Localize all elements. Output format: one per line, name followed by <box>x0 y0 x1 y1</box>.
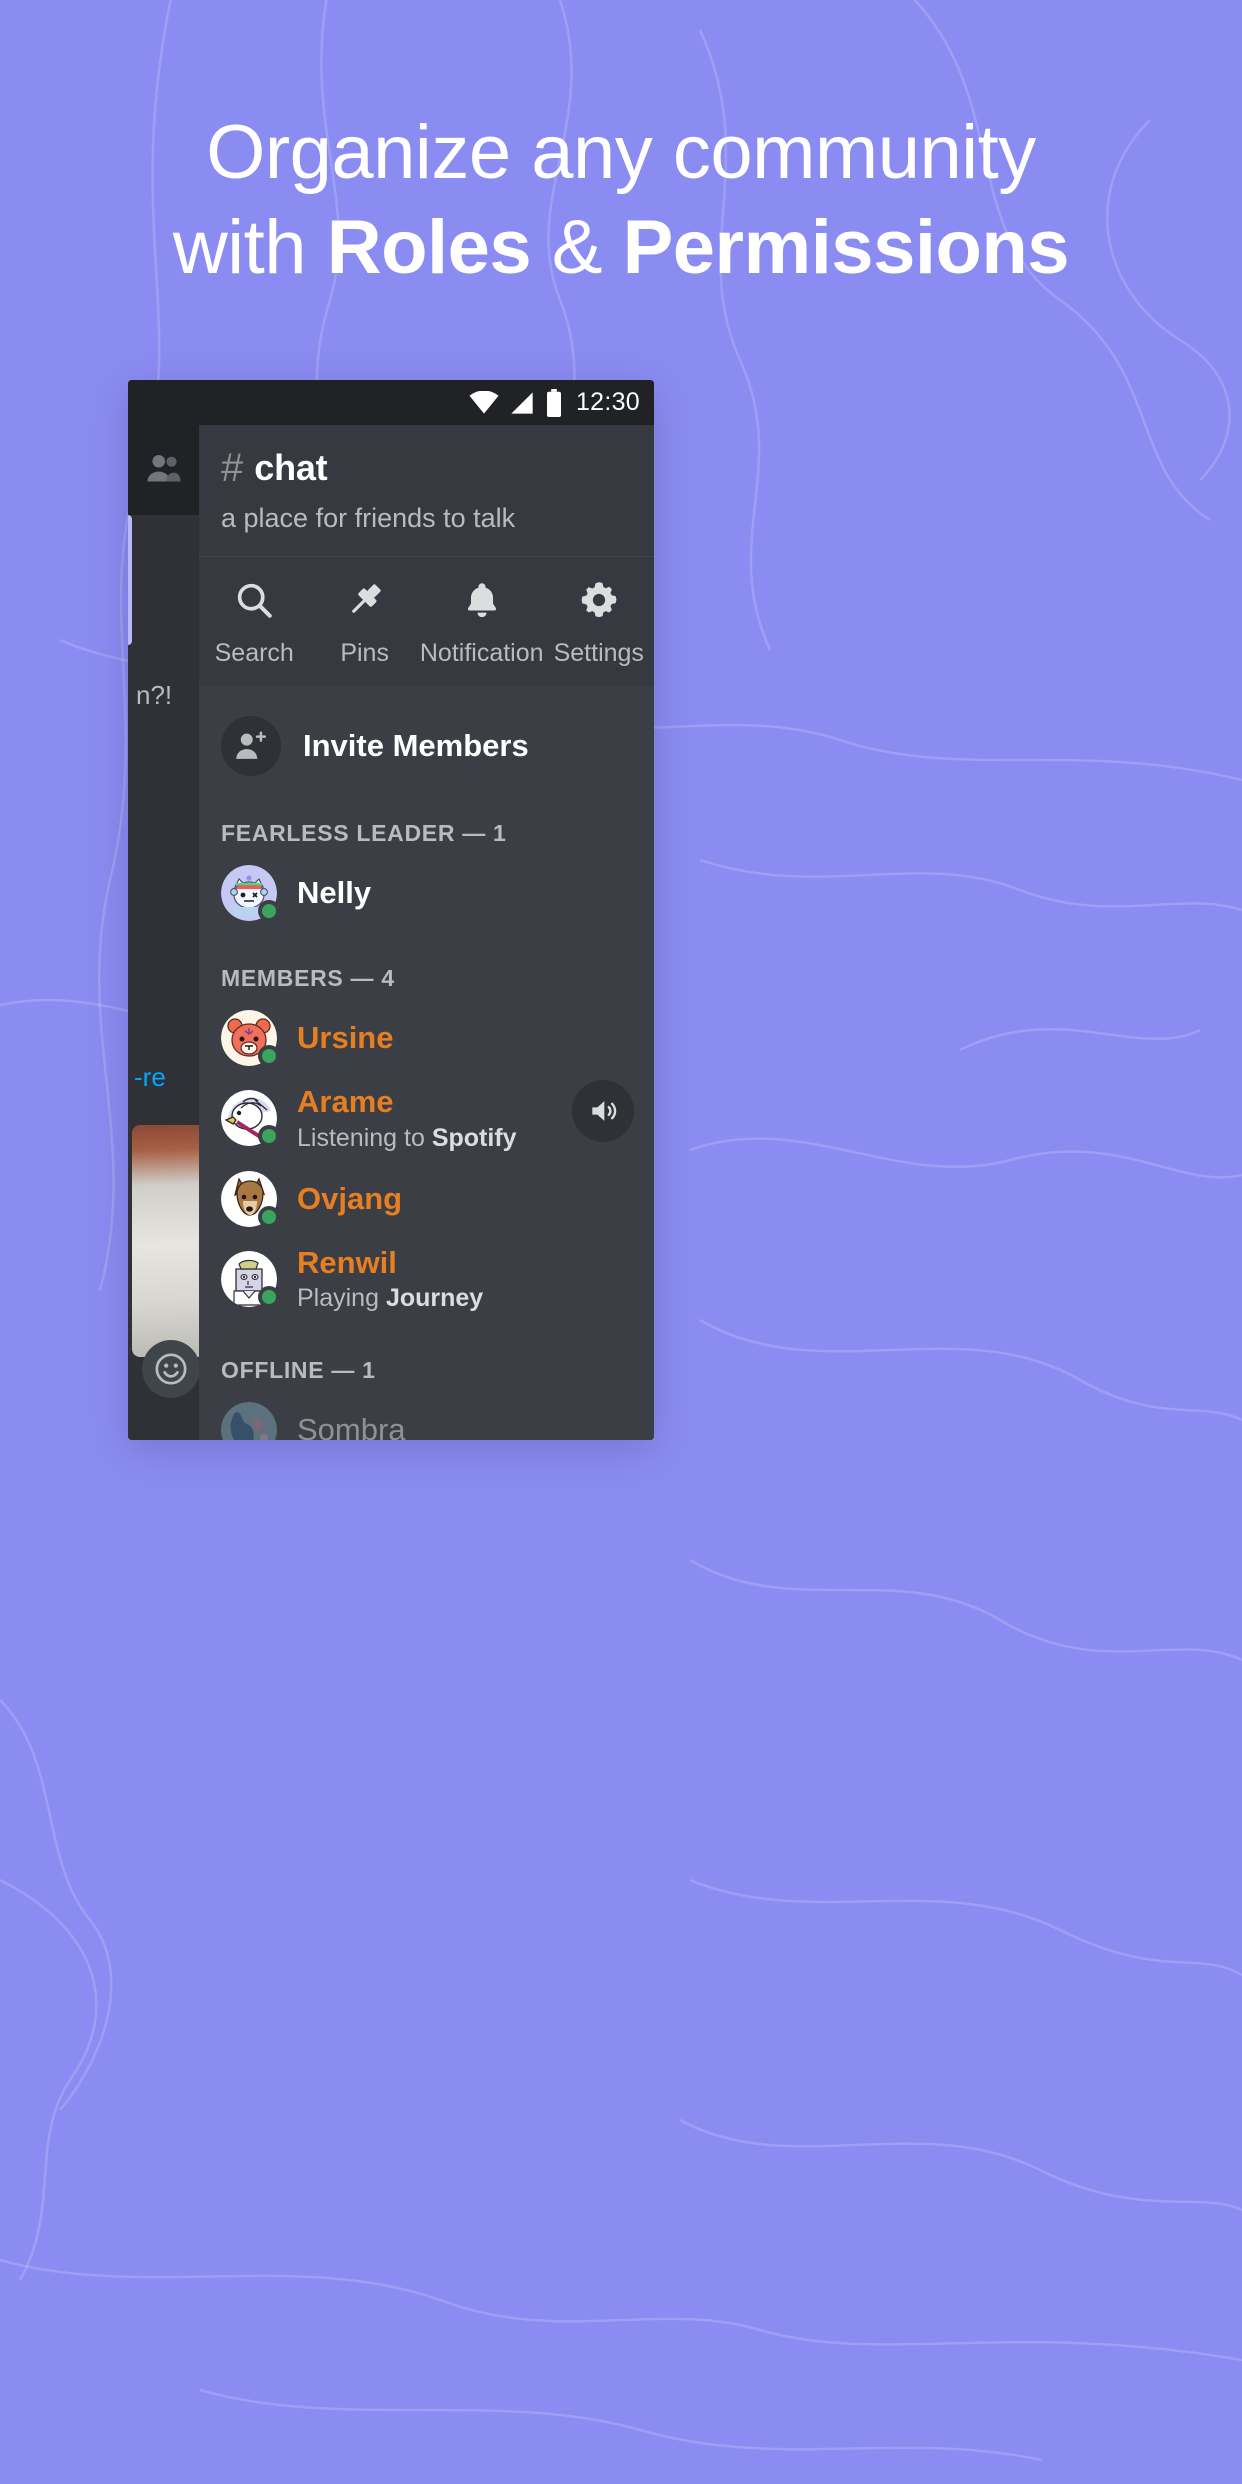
wifi-icon <box>469 390 499 415</box>
headline-prefix: with <box>172 205 327 291</box>
search-button[interactable]: Search <box>199 579 309 668</box>
status-dot-online <box>258 1125 280 1148</box>
member-drawer: # chat a place for friends to talk Searc… <box>199 425 654 1440</box>
channel-action-row: Search Pins Notification Settings <box>199 556 654 686</box>
app-body: n?! -re # chat a place for friends to ta… <box>128 425 654 1440</box>
status-dot-online <box>258 900 280 922</box>
notification-label: Notification <box>419 639 544 667</box>
member-row-arame[interactable]: Arame Listening to Spotify <box>199 1066 654 1153</box>
status-dot-online <box>258 1205 280 1228</box>
pins-label: Pins <box>340 639 389 667</box>
invite-members-label: Invite Members <box>303 728 529 763</box>
avatar <box>221 1402 277 1440</box>
member-name: Ursine <box>297 1020 394 1056</box>
avatar <box>221 1010 280 1067</box>
headline-line-1: Organize any community <box>206 110 1036 195</box>
activity-prefix: Playing <box>297 1284 386 1313</box>
channel-topic: a place for friends to talk <box>221 503 516 533</box>
avatar <box>221 1090 280 1148</box>
status-dot-online <box>258 1285 280 1308</box>
member-name: Ovjang <box>297 1180 403 1216</box>
gear-icon <box>578 579 620 626</box>
member-row-sombra[interactable]: Sombra <box>199 1384 654 1440</box>
settings-button[interactable]: Settings <box>544 579 654 668</box>
member-row-ovjang[interactable]: Ovjang <box>199 1153 654 1228</box>
member-name: Arame <box>297 1084 394 1119</box>
activity-game-name: Journey <box>385 1284 484 1313</box>
status-clock: 12:30 <box>575 388 640 416</box>
headline-line-2: with Roles & Permissions <box>0 207 1242 288</box>
peek-message-link[interactable]: -re <box>134 1062 166 1093</box>
group-header-members: MEMBERS — 4 <box>221 965 395 991</box>
avatar <box>221 1250 280 1308</box>
member-name: Renwil <box>297 1244 397 1280</box>
channel-name: chat <box>254 447 328 488</box>
peek-active-indicator <box>128 515 132 645</box>
emoji-smiley-icon[interactable] <box>142 1340 199 1398</box>
member-name: Nelly <box>297 875 372 911</box>
member-row-renwil[interactable]: Renwil Playing Journey <box>199 1227 654 1314</box>
channel-header: # chat a place for friends to talk <box>199 425 654 556</box>
speaker-icon[interactable] <box>572 1080 634 1142</box>
activity-prefix: Listening to <box>297 1123 432 1152</box>
status-dot-online <box>258 1045 280 1067</box>
member-name: Sombra <box>297 1412 406 1440</box>
peek-image-attachment[interactable] <box>132 1125 199 1357</box>
phone-mockup: 12:30 n?! -re # chat a place for friends… <box>128 380 654 1440</box>
member-row-nelly[interactable]: Nelly <box>199 847 654 922</box>
member-list-pane[interactable]: Invite Members FEARLESS LEADER — 1 Nelly… <box>199 686 654 1440</box>
headline-bold-permissions: Permissions <box>622 205 1070 291</box>
bell-icon <box>461 579 503 626</box>
pin-icon <box>344 579 386 626</box>
invite-members-button[interactable]: Invite Members <box>199 708 654 776</box>
channel-title-row: # chat <box>221 447 632 489</box>
group-header-fearless-leader: FEARLESS LEADER — 1 <box>221 820 507 846</box>
member-row-ursine[interactable]: Ursine <box>199 992 654 1067</box>
headline-ampersand: & <box>531 205 623 291</box>
cellular-signal-icon <box>508 391 536 415</box>
pins-button[interactable]: Pins <box>309 579 419 668</box>
settings-label: Settings <box>553 639 644 667</box>
group-header-offline: OFFLINE — 1 <box>221 1357 376 1384</box>
search-icon <box>233 579 275 626</box>
notification-button[interactable]: Notification <box>420 579 544 668</box>
globe-avatar <box>221 1402 277 1440</box>
hash-icon: # <box>221 446 244 490</box>
battery-full-icon <box>545 388 563 417</box>
people-icon <box>146 453 182 488</box>
headline-bold-roles: Roles <box>326 205 532 291</box>
member-activity: Playing Journey <box>297 1284 483 1313</box>
avatar <box>221 1170 280 1228</box>
peek-guild-header <box>128 425 199 515</box>
avatar <box>221 865 280 922</box>
activity-app-name: Spotify <box>431 1123 517 1152</box>
member-activity: Listening to Spotify <box>297 1124 517 1153</box>
peek-message-snippet-1: n?! <box>136 680 173 710</box>
person-add-icon <box>221 716 281 776</box>
search-label: Search <box>214 639 294 667</box>
status-bar: 12:30 <box>128 380 654 425</box>
channel-list-peek[interactable]: n?! -re <box>128 425 199 1440</box>
page-headline: Organize any community with Roles & Perm… <box>0 112 1242 289</box>
